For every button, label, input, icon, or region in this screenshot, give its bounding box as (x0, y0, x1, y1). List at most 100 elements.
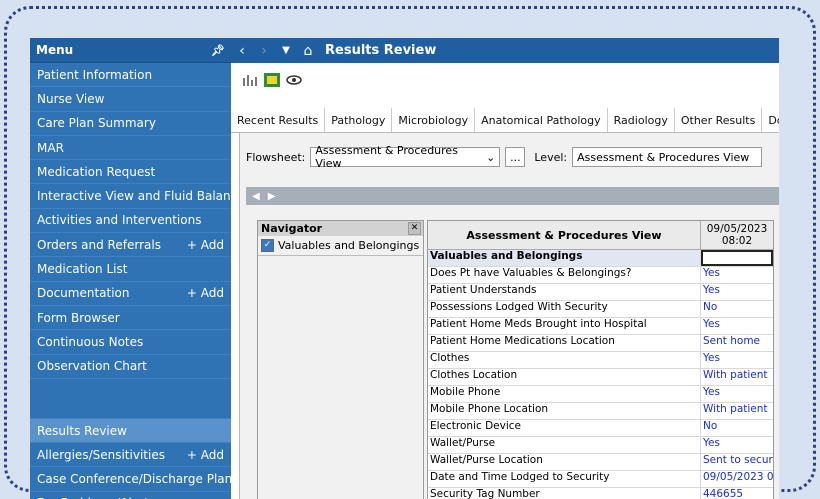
level-value: Assessment & Procedures View (577, 150, 750, 164)
sidebar-item-label: MAR (37, 140, 64, 155)
view-icon[interactable] (285, 72, 303, 88)
sidebar-item[interactable]: Orders and Referrals + Add (30, 233, 231, 258)
row-value[interactable]: No (701, 420, 773, 436)
tab[interactable]: Dc (762, 108, 779, 132)
add-button[interactable]: + Add (187, 448, 224, 462)
row-value[interactable]: Yes (701, 352, 773, 368)
sidebar-item-label: Results Review (37, 423, 127, 438)
sidebar-spacer (30, 379, 231, 419)
sidebar-item-label: Orders and Referrals (37, 237, 161, 252)
grid-date-column[interactable]: 09/05/2023 08:02 (701, 221, 773, 249)
tab[interactable]: Radiology (608, 108, 675, 132)
close-icon[interactable]: ✕ (408, 222, 421, 235)
sidebar-item[interactable]: Activities and Interventions (30, 209, 231, 234)
sidebar-item[interactable]: Medication Request (30, 160, 231, 185)
grid-row[interactable]: Security Tag Number 446655 (428, 488, 773, 499)
grid-row[interactable]: Patient Home Meds Brought into Hospital Y… (428, 318, 773, 335)
grid-row[interactable]: Date and Time Lodged to Security 09/05/20… (428, 471, 773, 488)
row-value[interactable]: Yes (701, 386, 773, 402)
tab[interactable]: Pathology (325, 108, 393, 132)
grid-row[interactable]: Possessions Lodged With Security No (428, 301, 773, 318)
dropdown-arrow-icon[interactable]: ▼ (275, 45, 297, 56)
row-value[interactable]: Sent home (701, 335, 773, 351)
sidebar-item[interactable]: Patient Information (30, 63, 231, 88)
row-label: Patient Home Medications Location (428, 335, 701, 351)
chevron-down-icon: ⌄ (486, 150, 496, 164)
sidebar-item[interactable]: Continuous Notes (30, 330, 231, 355)
column-time: 08:02 (721, 235, 753, 247)
row-value[interactable]: Yes (701, 267, 773, 283)
sidebar-item[interactable]: Interactive View and Fluid Balance (30, 184, 231, 209)
tab[interactable]: Recent Results (231, 108, 326, 132)
grid-row[interactable]: Mobile Phone Yes (428, 386, 773, 403)
row-value[interactable]: With patient (701, 369, 773, 385)
grid-title: Assessment & Procedures View (428, 221, 701, 249)
more-button[interactable]: ... (505, 147, 526, 167)
results-tabs: Recent Results Pathology Microbiology Anato… (231, 108, 779, 133)
flowsheet-label: Flowsheet: (246, 150, 306, 164)
scroll-left-icon[interactable]: ◀ (252, 191, 260, 202)
sidebar-item[interactable]: Results Review (30, 418, 231, 444)
sidebar-item[interactable]: Care Plan Summary (30, 112, 231, 136)
row-label: Security Tag Number (428, 488, 701, 499)
navigator-item[interactable]: ✓ Valuables and Belongings (258, 236, 423, 256)
pin-icon[interactable]: 📌︎ (211, 44, 225, 57)
grid-row[interactable]: Electronic Device No (428, 420, 773, 437)
grid-row[interactable]: Does Pt have Valuables & Belongings? Yes (428, 267, 773, 284)
grid-row[interactable]: Valuables and Belongings (428, 250, 773, 267)
row-value[interactable]: 09/05/2023 08 (701, 471, 773, 487)
home-icon[interactable]: ⌂ (297, 43, 319, 59)
grid-row[interactable]: Patient Home Medications Location Sent ho… (428, 335, 773, 352)
scroll-right-icon[interactable]: ▶ (268, 191, 276, 202)
sidebar-item[interactable]: Allergies/Sensitivities + Add (30, 443, 231, 468)
column-date: 09/05/2023 (706, 223, 768, 235)
row-value[interactable] (701, 250, 773, 266)
flowsheet-select[interactable]: Assessment & Procedures View ⌄ (310, 144, 501, 170)
row-label: Date and Time Lodged to Security (428, 471, 701, 487)
navigator-panel: Navigator ✕ ✓ Valuables and Belongings (257, 220, 424, 499)
tab[interactable]: Other Results (675, 108, 763, 132)
sidebar-menu: Menu 📌︎ Patient Information Nurse View Car… (30, 38, 231, 499)
results-grid: Assessment & Procedures View 09/05/2023 … (427, 220, 774, 499)
sidebar-item[interactable]: Form Browser (30, 306, 231, 331)
navigator-item-label: Valuables and Belongings (278, 239, 420, 252)
grid-row[interactable]: Mobile Phone Location With patient (428, 403, 773, 420)
row-value[interactable]: Yes (701, 437, 773, 453)
row-label: Mobile Phone (428, 386, 701, 402)
calendar-icon[interactable] (263, 72, 281, 88)
sidebar-item[interactable]: Nurse View (30, 87, 231, 112)
flowsheet-value: Assessment & Procedures View (315, 144, 458, 170)
tab[interactable]: Anatomical Pathology (475, 108, 608, 132)
tab[interactable]: Microbiology (392, 108, 476, 132)
level-select[interactable]: Assessment & Procedures View (572, 147, 763, 167)
tab-panel: Flowsheet: Assessment & Procedures View … (239, 133, 779, 499)
sidebar-item[interactable]: Case Conference/Discharge Plann... (30, 467, 231, 492)
sidebar-item[interactable]: Observation Chart (30, 355, 231, 379)
row-label: Possessions Lodged With Security (428, 301, 701, 317)
back-arrow-icon[interactable]: ‹ (231, 43, 253, 59)
menu-title: Menu (36, 43, 74, 57)
row-value[interactable]: Yes (701, 284, 773, 300)
sidebar-item-label: Allergies/Sensitivities (37, 447, 165, 462)
grid-row[interactable]: Wallet/Purse Location Sent to securi (428, 454, 773, 471)
grid-row[interactable]: Clothes Yes (428, 352, 773, 369)
grid-row[interactable]: Patient Understands Yes (428, 284, 773, 301)
forward-arrow-icon[interactable]: › (253, 43, 275, 59)
sidebar-item[interactable]: MAR (30, 136, 231, 161)
chart-icon[interactable] (241, 72, 259, 88)
add-button[interactable]: + Add (187, 286, 224, 300)
grid-row[interactable]: Clothes Location With patient (428, 369, 773, 386)
timeline-scroll-bar[interactable]: ◀ ▶ (246, 187, 779, 205)
row-value[interactable]: Sent to securi (701, 454, 773, 470)
row-value[interactable]: Yes (701, 318, 773, 334)
row-value[interactable]: 446655 (701, 488, 773, 499)
row-value[interactable]: No (701, 301, 773, 317)
row-label: Wallet/Purse Location (428, 454, 701, 470)
sidebar-item[interactable]: Medication List (30, 257, 231, 282)
row-value[interactable]: With patient (701, 403, 773, 419)
sidebar-item[interactable]: Dx, Problems/Alerts (30, 492, 231, 499)
add-button[interactable]: + Add (187, 238, 224, 252)
grid-row[interactable]: Wallet/Purse Yes (428, 437, 773, 454)
checkbox-icon[interactable]: ✓ (261, 239, 274, 252)
sidebar-item[interactable]: Documentation + Add (30, 282, 231, 306)
